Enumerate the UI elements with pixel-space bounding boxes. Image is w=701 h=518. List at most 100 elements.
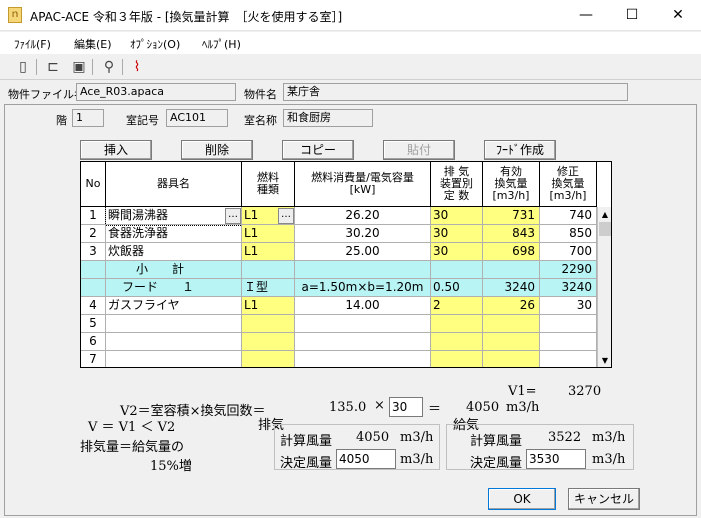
table-cell-consumption[interactable]: 25.00 (295, 243, 431, 261)
save-icon[interactable]: ▣ (70, 58, 88, 76)
table-cell-no[interactable]: 3 (81, 243, 106, 261)
table-cell-consumption[interactable] (295, 261, 431, 279)
table-cell-effective[interactable]: 731 (483, 207, 540, 225)
open-folder-icon[interactable]: ⊏ (44, 58, 62, 76)
room-name-field: 和食厨房 (283, 109, 373, 127)
table-cell-corrected[interactable]: 2290 (540, 261, 597, 279)
copy-button[interactable]: コピー (282, 140, 354, 160)
table-cell-consumption[interactable] (295, 351, 431, 367)
fuel-picker-button[interactable]: … (278, 208, 294, 224)
cancel-button[interactable]: キャンセル (568, 488, 640, 510)
table-cell-fuel[interactable]: L1 (242, 243, 295, 261)
delete-button[interactable]: 削除 (181, 140, 253, 160)
table-cell-consumption[interactable]: a=1.50m×b=1.20m (295, 279, 431, 297)
table-cell-name[interactable]: 食器洗浄器 (106, 225, 242, 243)
table-cell-const[interactable] (431, 333, 483, 351)
table-cell-consumption[interactable]: 30.20 (295, 225, 431, 243)
table-cell-effective[interactable]: 698 (483, 243, 540, 261)
table-cell-fuel[interactable] (242, 333, 295, 351)
table-cell-corrected[interactable]: 740 (540, 207, 597, 225)
table-cell-no[interactable]: 7 (81, 351, 106, 367)
minimize-button[interactable]: — (563, 0, 609, 31)
table-cell-consumption[interactable] (295, 333, 431, 351)
exhaust-calc-unit: m3/h (400, 430, 434, 445)
table-cell-const[interactable]: 2 (431, 297, 483, 315)
exhaust-decided-unit: m3/h (400, 452, 434, 467)
table-cell-no[interactable]: 1 (81, 207, 106, 225)
table-cell-corrected[interactable]: 700 (540, 243, 597, 261)
table-cell-const[interactable]: 30 (431, 225, 483, 243)
ventilation-rate-input[interactable]: 30 (389, 397, 423, 417)
create-hood-button[interactable]: ﾌｰﾄﾞ作成 (484, 140, 556, 160)
supply-calc-label: 計算風量 (470, 434, 523, 449)
table-cell-const[interactable] (431, 351, 483, 367)
table-cell-consumption[interactable]: 14.00 (295, 297, 431, 315)
table-cell-fuel[interactable] (242, 351, 295, 367)
new-file-icon[interactable]: ▯ (14, 58, 32, 76)
table-cell-corrected[interactable]: 850 (540, 225, 597, 243)
maximize-button[interactable]: ☐ (609, 0, 655, 31)
table-cell-corrected[interactable] (540, 315, 597, 333)
table-cell-effective[interactable] (483, 315, 540, 333)
table-cell-corrected[interactable] (540, 351, 597, 367)
table-cell-name[interactable]: 瞬間湯沸器 (105, 206, 243, 226)
insert-button[interactable]: 挿入 (80, 140, 152, 160)
table-cell-name[interactable]: ガスフライヤ (106, 297, 242, 315)
table-cell-fuel[interactable]: L1 (242, 225, 295, 243)
scroll-down-icon[interactable]: ▼ (599, 354, 611, 367)
table-cell-const[interactable] (431, 315, 483, 333)
table-cell-name[interactable]: 炊飯器 (106, 243, 242, 261)
supply-decided-input[interactable]: 3530 (526, 449, 586, 469)
menu-edit[interactable]: 編集(E) (74, 36, 112, 52)
table-cell-corrected[interactable] (540, 333, 597, 351)
ok-button[interactable]: OK (488, 488, 556, 510)
project-name-label: 物件名 (244, 88, 277, 101)
volume-relation: V ＝ V1 ＜ V2 (88, 420, 176, 435)
table-cell-no[interactable]: 2 (81, 225, 106, 243)
scroll-up-icon[interactable]: ▲ (599, 208, 611, 221)
table-cell-name[interactable] (106, 351, 242, 367)
table-cell-name[interactable] (106, 315, 242, 333)
table-cell-no[interactable] (81, 279, 106, 297)
scroll-thumb[interactable] (599, 222, 611, 236)
table-cell-no[interactable]: 5 (81, 315, 106, 333)
table-cell-corrected[interactable]: 3240 (540, 279, 597, 297)
table-cell-const[interactable]: 30 (431, 243, 483, 261)
table-cell-effective[interactable] (483, 333, 540, 351)
floor-label: 階 (56, 114, 67, 127)
table-cell-no[interactable]: 4 (81, 297, 106, 315)
table-cell-no[interactable] (81, 261, 106, 279)
table-cell-effective[interactable]: 26 (483, 297, 540, 315)
table-cell-effective[interactable]: 843 (483, 225, 540, 243)
table-cell-fuel[interactable]: Ｉ型 (242, 279, 295, 297)
table-cell-fuel[interactable] (242, 315, 295, 333)
table-cell-const[interactable]: 0.50 (431, 279, 483, 297)
table-cell-fuel[interactable]: L1 (242, 297, 295, 315)
table-cell-const[interactable] (431, 261, 483, 279)
exhaust-decided-input[interactable]: 4050 (336, 449, 396, 469)
table-cell-corrected[interactable]: 30 (540, 297, 597, 315)
v2-unit: m3/h (506, 400, 540, 415)
menu-options[interactable]: ｵﾌﾟｼｮﾝ(O) (130, 36, 180, 52)
name-picker-button[interactable]: … (225, 208, 241, 224)
table-cell-effective[interactable]: 3240 (483, 279, 540, 297)
table-cell-name[interactable]: フード １ (106, 279, 242, 297)
table-cell-name[interactable]: 小 計 (106, 261, 242, 279)
chart-icon[interactable]: ⌇ (128, 58, 146, 76)
paste-button[interactable]: 貼付 (383, 140, 455, 160)
table-cell-effective[interactable] (483, 351, 540, 367)
menu-file[interactable]: ﾌｧｲﾙ(F) (14, 36, 51, 52)
menu-help[interactable]: ﾍﾙﾌﾟ(H) (202, 36, 241, 52)
binoculars-icon[interactable]: ⚲ (100, 58, 118, 76)
title-bar: ｎ APAC-ACE 令和３年版 - [換気量計算 ［火を使用する室］] — ☐… (0, 0, 701, 31)
table-cell-consumption[interactable] (295, 315, 431, 333)
table-cell-consumption[interactable]: 26.20 (295, 207, 431, 225)
table-cell-effective[interactable] (483, 261, 540, 279)
table-cell-no[interactable]: 6 (81, 333, 106, 351)
close-button[interactable]: ✕ (655, 0, 701, 31)
table-cell-name[interactable] (106, 333, 242, 351)
table-cell-fuel[interactable] (242, 261, 295, 279)
table-scrollbar[interactable]: ▲ ▼ (597, 207, 611, 367)
table-cell-const[interactable]: 30 (431, 207, 483, 225)
supply-calc-unit: m3/h (592, 430, 626, 445)
